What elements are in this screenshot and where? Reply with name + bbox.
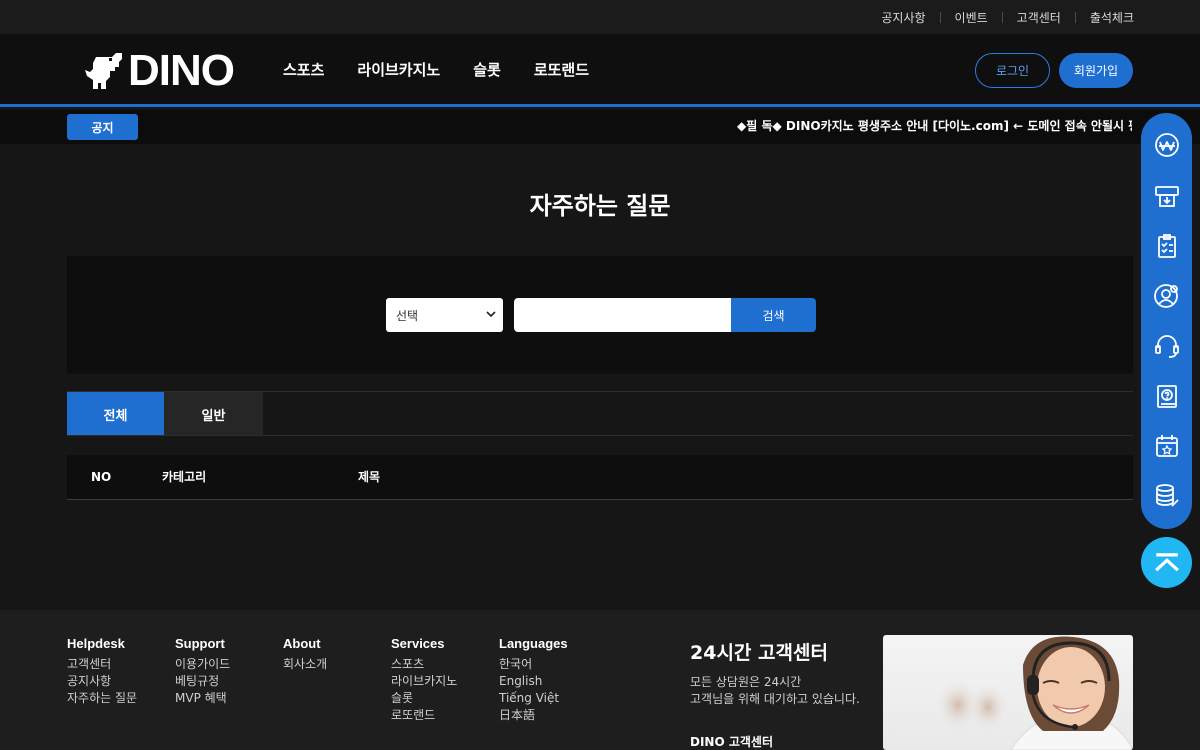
clipboard-check-icon [1157,233,1176,258]
chevron-up-icon [1154,552,1179,571]
nav-item-sports[interactable]: 스포츠 [283,59,324,80]
customer-center-line: 고객님을 위해 대기하고 있습니다. [690,692,860,706]
footer-link[interactable]: English [499,673,568,690]
footer-link[interactable]: 베팅규정 [175,673,230,690]
notice-badge[interactable]: 공지 [67,114,138,140]
column-header-no: NO [91,470,112,484]
notice-strip: 공지 ◆필 독◆ DINO카지노 평생주소 안내 [다이노.com] ← 도메인… [0,110,1200,144]
footer-link[interactable]: 자주하는 질문 [67,690,137,707]
site-header: DINO 스포츠 라이브카지노 슬롯 로또랜드 로그인 회원가입 [0,34,1200,107]
customer-center-title: 24시간 고객센터 [690,642,828,664]
footer-link[interactable]: 이용가이드 [175,656,230,673]
footer-link[interactable]: MVP 혜택 [175,690,230,707]
site-logo[interactable]: DINO [82,49,242,93]
top-link-attendance[interactable]: 출석체크 [1076,9,1134,26]
category-select-value: 선택 [396,308,419,323]
currency-icon [1154,132,1179,157]
customer-support-photo [883,635,1133,750]
footer-link[interactable]: 日本語 [499,707,568,724]
page-title: 자주하는 질문 [529,192,671,220]
footer-link[interactable]: 스포츠 [391,656,457,673]
footer-col-services: Services 스포츠 라이브카지노 슬롯 로또랜드 [391,636,457,724]
nav-item-live-casino[interactable]: 라이브카지노 [357,59,440,80]
quick-guide-button[interactable] [1151,380,1182,411]
quick-mypage-button[interactable] [1151,280,1182,311]
footer-link[interactable]: 회사소개 [283,656,327,673]
user-settings-icon [1153,283,1178,308]
scroll-top-button[interactable] [1141,537,1192,588]
download-card-icon [1154,185,1179,207]
footer-heading: Services [391,636,445,651]
quick-support-button[interactable] [1151,330,1182,361]
tab-all[interactable]: 전체 [67,392,164,436]
customer-center-description: 모든 상담원은 24시간 고객님을 위해 대기하고 있습니다. [690,674,860,708]
quick-attendance-button[interactable] [1151,430,1182,461]
nav-item-slot[interactable]: 슬롯 [473,59,501,80]
logo-wordmark: DINO [128,46,235,95]
top-link-event[interactable]: 이벤트 [941,9,1002,26]
faq-table-header: NO 카테고리 제목 [67,455,1133,500]
tab-general[interactable]: 일반 [164,392,263,436]
footer-col-languages: Languages 한국어 English Tiếng Việt 日本語 [499,636,568,724]
customer-center-subtitle: DINO 고객센터 [690,735,774,749]
category-select[interactable]: 선택 [386,298,503,332]
site-footer: Helpdesk 고객센터 공지사항 자주하는 질문 Support 이용가이드… [0,610,1200,750]
footer-link[interactable]: Tiếng Việt [499,690,568,707]
search-button[interactable]: 검색 [731,298,816,332]
top-link-support[interactable]: 고객센터 [1003,9,1075,26]
coins-icon [1155,483,1179,507]
join-button[interactable]: 회원가입 [1059,53,1133,88]
customer-center-line: 모든 상담원은 24시간 [690,675,802,689]
footer-heading: Helpdesk [67,636,125,651]
quick-menu [1141,113,1192,529]
quick-currency-button[interactable] [1151,129,1182,160]
footer-link[interactable]: 한국어 [499,656,568,673]
top-utility-bar: 공지사항 이벤트 고객센터 출석체크 [0,0,1200,34]
main-nav: 스포츠 라이브카지노 슬롯 로또랜드 [283,34,622,104]
top-link-notice[interactable]: 공지사항 [867,9,939,26]
quick-checklist-button[interactable] [1151,230,1182,261]
nav-item-lotto-land[interactable]: 로또랜드 [534,59,589,80]
calendar-star-icon [1155,434,1178,457]
support-agent-illustration [936,636,1133,750]
footer-heading: Languages [499,636,568,651]
help-book-icon [1156,384,1177,408]
quick-point-button[interactable] [1151,480,1182,511]
footer-link[interactable]: 고객센터 [67,656,137,673]
footer-heading: Support [175,636,225,651]
footer-heading: About [283,636,321,651]
footer-link[interactable]: 로또랜드 [391,707,457,724]
chevron-down-icon [486,311,496,318]
footer-col-support: Support 이용가이드 베팅규정 MVP 혜택 [175,636,230,707]
notice-marquee[interactable]: ◆필 독◆ DINO카지노 평생주소 안내 [다이노.com] ← 도메인 접속… [737,110,1132,144]
footer-col-helpdesk: Helpdesk 고객센터 공지사항 자주하는 질문 [67,636,137,707]
quick-deposit-button[interactable] [1151,180,1182,211]
top-links: 공지사항 이벤트 고객센터 출석체크 [867,0,1134,34]
column-header-title: 제목 [358,470,381,484]
headset-icon [1154,334,1179,358]
footer-col-about: About 회사소개 [283,636,327,673]
dino-icon [85,53,122,89]
footer-link[interactable]: 공지사항 [67,673,137,690]
login-button[interactable]: 로그인 [975,53,1050,88]
search-input[interactable] [514,298,732,332]
search-panel: 선택 검색 [67,256,1133,374]
footer-link[interactable]: 라이브카지노 [391,673,457,690]
footer-link[interactable]: 슬롯 [391,690,457,707]
column-header-category: 카테고리 [162,470,207,484]
divider [67,435,1133,436]
